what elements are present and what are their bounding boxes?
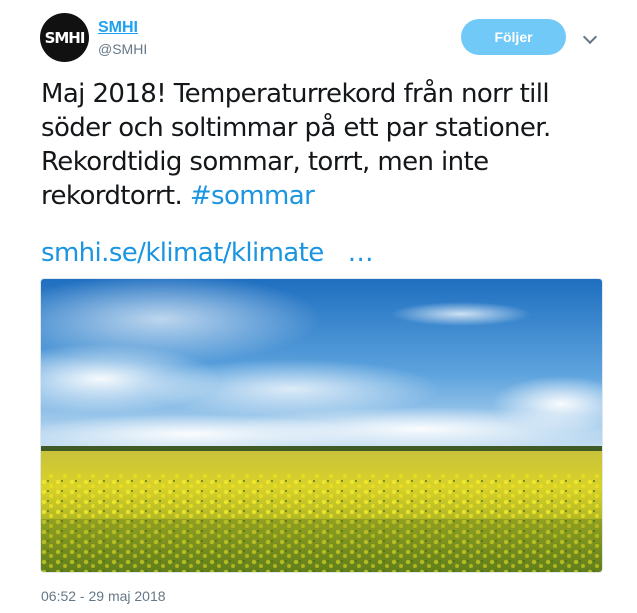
tweet-photo[interactable]: [40, 278, 603, 573]
tweet-timestamp[interactable]: 06:52 - 29 maj 2018: [41, 588, 166, 604]
follow-button[interactable]: Följer: [461, 19, 566, 55]
field-landscape-image: [41, 279, 602, 572]
author-handle[interactable]: @SMHI: [98, 41, 147, 57]
avatar-logo-text: SMHI: [44, 28, 86, 47]
link-ellipsis[interactable]: …: [348, 238, 374, 268]
tweet-text: Maj 2018! Temperaturrekord från norr til…: [41, 77, 601, 213]
avatar[interactable]: SMHI: [40, 13, 89, 62]
author-display-name[interactable]: SMHI: [98, 19, 138, 37]
hashtag-link[interactable]: #sommar: [190, 181, 315, 211]
chevron-down-icon[interactable]: [582, 29, 598, 45]
tweet-link-row: smhi.se/klimat/klimate …: [41, 238, 374, 268]
tweet-link[interactable]: smhi.se/klimat/klimate: [41, 238, 324, 268]
